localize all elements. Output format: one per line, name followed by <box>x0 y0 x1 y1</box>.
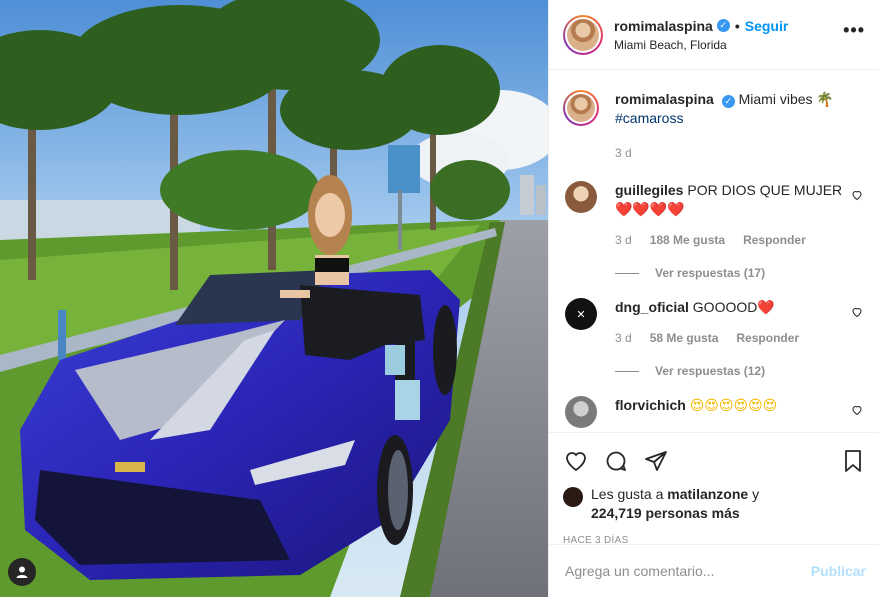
view-replies-button[interactable]: Ver respuestas (17) <box>615 266 865 280</box>
share-icon[interactable] <box>643 448 669 474</box>
reply-button[interactable]: Responder <box>736 329 799 348</box>
view-replies-label: Ver respuestas (12) <box>655 364 766 378</box>
likes-count[interactable]: 224,719 personas más <box>591 505 740 521</box>
comment-likes[interactable]: 58 Me gusta <box>650 329 719 348</box>
comment-input[interactable] <box>565 563 811 579</box>
comment-time[interactable]: 3 d <box>615 329 632 348</box>
liker-avatar[interactable] <box>563 487 583 507</box>
comment-emoji: ❤️❤️❤️❤️ <box>615 201 685 217</box>
user-tag-icon[interactable] <box>8 558 36 586</box>
post-photo[interactable] <box>0 0 548 597</box>
caption-avatar[interactable] <box>563 90 599 126</box>
caption-text: Miami vibes 🌴 <box>738 91 834 107</box>
heart-icon[interactable] <box>563 448 589 474</box>
photo-image <box>0 0 548 597</box>
comment-item: guillegiles POR DIOS QUE MUJER ❤️❤️❤️❤️ … <box>563 181 865 250</box>
liker-username[interactable]: matilanzone <box>667 486 748 502</box>
author-avatar[interactable] <box>563 14 603 55</box>
comment-text: GOOOOD <box>692 299 758 315</box>
verified-badge-icon: ✓ <box>716 19 730 32</box>
comment-text: POR DIOS QUE MUJER <box>687 182 843 198</box>
likes-joiner: y <box>752 486 760 502</box>
post-location[interactable]: Miami Beach, Florida <box>614 38 843 52</box>
post-side-panel: romimalaspina ✓ • Seguir Miami Beach, Fl… <box>548 0 879 597</box>
caption: romimalaspina ✓ Miami vibes 🌴 #camaross … <box>563 90 865 163</box>
more-options-icon[interactable]: ••• <box>843 20 865 49</box>
add-comment-bar: Publicar <box>549 544 879 597</box>
commenter-avatar[interactable]: ✕ <box>565 298 597 330</box>
comment-username[interactable]: florvichich <box>615 397 686 413</box>
view-replies-label: Ver respuestas (17) <box>655 266 766 280</box>
comment-emoji: 😍😍😍😍😍😍 <box>689 397 778 413</box>
verified-badge-icon: ✓ <box>721 95 735 108</box>
comments-list[interactable]: romimalaspina ✓ Miami vibes 🌴 #camaross … <box>549 70 879 432</box>
view-replies-button[interactable]: Ver respuestas (12) <box>615 364 865 378</box>
post-header: romimalaspina ✓ • Seguir Miami Beach, Fl… <box>549 0 879 70</box>
comment-item: florvichich 😍😍😍😍😍😍 <box>563 396 865 428</box>
follow-button[interactable]: Seguir <box>745 18 789 34</box>
comment-like-heart-icon[interactable] <box>851 189 863 204</box>
comment-like-heart-icon[interactable] <box>851 306 863 321</box>
comment-time[interactable]: 3 d <box>615 231 632 250</box>
caption-username[interactable]: romimalaspina <box>615 91 714 107</box>
author-username[interactable]: romimalaspina <box>614 18 713 34</box>
post-actions: Les gusta a matilanzone y 224,719 person… <box>549 432 879 546</box>
comment-username[interactable]: dng_oficial <box>615 299 689 315</box>
comment-item: ✕ dng_oficial GOOOOD❤️ 3 d 58 Me gusta R… <box>563 298 865 348</box>
publish-button[interactable]: Publicar <box>811 563 866 579</box>
caption-hashtag[interactable]: #camaross <box>615 109 865 128</box>
comment-icon[interactable] <box>603 448 629 474</box>
comment-likes[interactable]: 188 Me gusta <box>650 231 725 250</box>
replies-divider <box>615 370 639 372</box>
reply-button[interactable]: Responder <box>743 231 806 250</box>
likes-summary[interactable]: Les gusta a matilanzone y 224,719 person… <box>563 485 866 523</box>
caption-time[interactable]: 3 d <box>615 144 632 163</box>
separator-dot: • <box>734 17 740 34</box>
commenter-avatar[interactable] <box>565 181 597 213</box>
comment-username[interactable]: guillegiles <box>615 182 683 198</box>
likes-prefix: Les gusta a <box>591 486 664 502</box>
bookmark-icon[interactable] <box>840 448 866 474</box>
commenter-avatar[interactable] <box>565 396 597 428</box>
comment-emoji: ❤️ <box>757 299 775 315</box>
replies-divider <box>615 272 639 274</box>
comment-like-heart-icon[interactable] <box>851 404 863 419</box>
